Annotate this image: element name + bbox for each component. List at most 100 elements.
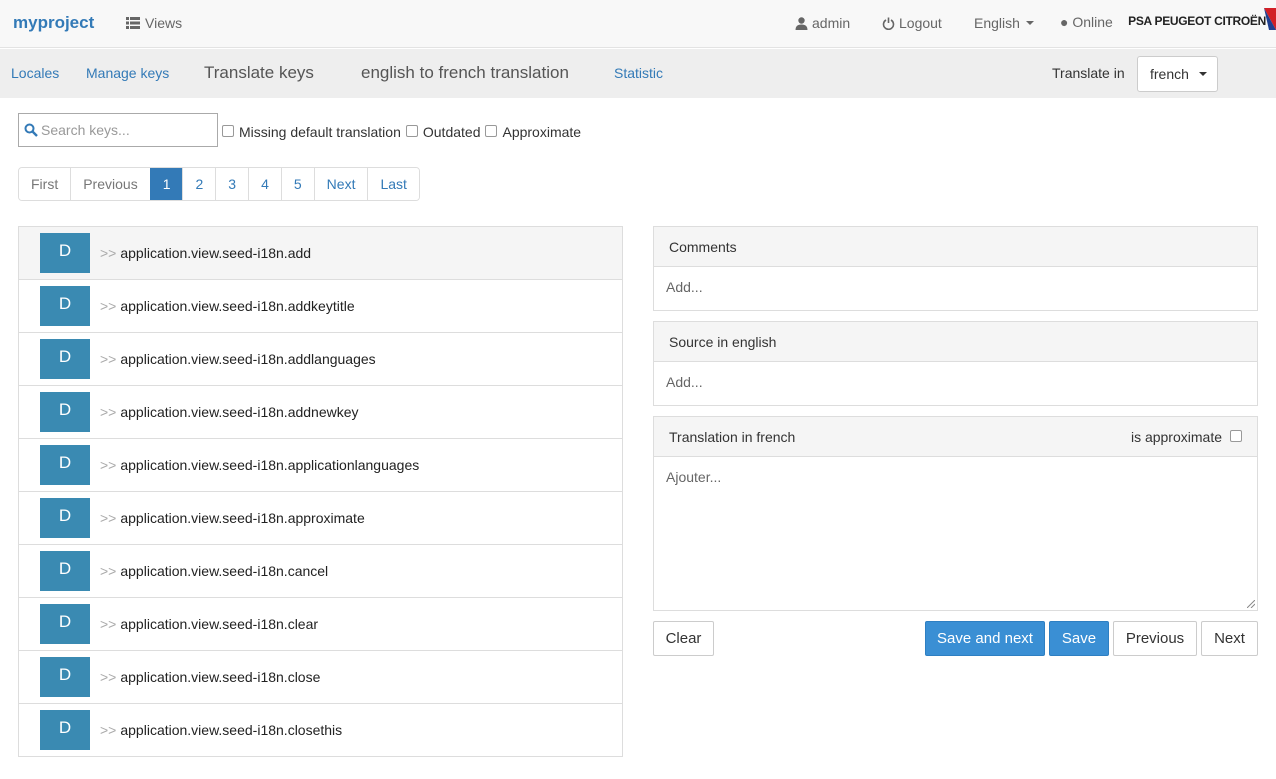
company-logo: PSA PEUGEOT CITROËN	[1128, 14, 1266, 28]
user-menu[interactable]: admin	[795, 15, 850, 31]
pagination: First Previous 1 2 3 4 5 Next Last	[18, 167, 420, 201]
logout-link[interactable]: Logout	[882, 15, 942, 31]
previous-button[interactable]: Previous	[1113, 621, 1197, 656]
page-next[interactable]: Next	[313, 168, 368, 200]
key-row[interactable]: D >> application.view.seed-i18n.approxima…	[18, 491, 623, 545]
comments-panel: Comments Add...	[653, 226, 1258, 311]
key-name: application.view.seed-i18n.add	[120, 245, 312, 261]
key-arrows: >>	[100, 722, 117, 738]
key-arrows: >>	[100, 351, 117, 367]
approximate-checkbox[interactable]	[485, 125, 498, 137]
key-name-wrap: >> application.view.seed-i18n.cancel	[100, 563, 328, 579]
is-approximate-checkbox[interactable]	[1230, 430, 1242, 442]
key-arrows: >>	[100, 404, 117, 420]
outdated-label: Outdated	[422, 124, 481, 140]
key-arrows: >>	[100, 298, 117, 314]
key-row[interactable]: D >> application.view.seed-i18n.closethis	[18, 703, 623, 757]
key-row[interactable]: D >> application.view.seed-i18n.add	[18, 226, 623, 280]
key-name-wrap: >> application.view.seed-i18n.addnewkey	[100, 404, 359, 420]
key-badge: D	[40, 445, 90, 485]
key-arrows: >>	[100, 457, 117, 473]
filter-missing-default[interactable]: Missing default translation	[222, 124, 401, 140]
language-menu[interactable]: English	[974, 15, 1034, 31]
page-number[interactable]: 4	[248, 168, 281, 200]
key-name: application.view.seed-i18n.cancel	[120, 563, 329, 579]
key-name-wrap: >> application.view.seed-i18n.approximate	[100, 510, 365, 526]
filter-outdated[interactable]: Outdated	[405, 124, 481, 140]
key-badge: D	[40, 551, 90, 591]
online-status: ● Online	[1060, 14, 1113, 30]
sub-navbar: Locales Manage keys Translate keys engli…	[0, 49, 1276, 98]
key-name: application.view.seed-i18n.closethis	[120, 722, 343, 738]
key-badge: D	[40, 286, 90, 326]
key-badge: D	[40, 657, 90, 697]
missing-default-checkbox[interactable]	[222, 125, 234, 137]
nav-translate-keys[interactable]: Translate keys	[204, 63, 314, 83]
approximate-label: Approximate	[502, 124, 582, 140]
is-approximate-toggle[interactable]: is approximate	[1131, 429, 1242, 445]
key-name-wrap: >> application.view.seed-i18n.clear	[100, 616, 318, 632]
views-menu[interactable]: Views	[126, 15, 182, 31]
key-row[interactable]: D >> application.view.seed-i18n.close	[18, 650, 623, 704]
key-name: application.view.seed-i18n.applicationla…	[120, 457, 420, 473]
translation-placeholder: Ajouter...	[666, 469, 722, 485]
brand-link[interactable]: myproject	[13, 13, 94, 33]
chevron-down-icon	[1025, 21, 1034, 25]
key-name-wrap: >> application.view.seed-i18n.closethis	[100, 722, 342, 738]
resize-handle-icon[interactable]	[1247, 600, 1255, 608]
save-button[interactable]: Save	[1049, 621, 1109, 656]
nav-statistic[interactable]: Statistic	[614, 65, 663, 81]
online-label: ● Online	[1060, 14, 1113, 30]
user-label: admin	[812, 15, 851, 31]
key-arrows: >>	[100, 510, 117, 526]
search-icon	[24, 123, 38, 137]
outdated-checkbox[interactable]	[405, 125, 418, 137]
top-navbar: myproject Views admin Logout English ● O…	[0, 0, 1276, 48]
key-badge: D	[40, 392, 90, 432]
key-row[interactable]: D >> application.view.seed-i18n.addlangua…	[18, 332, 623, 386]
key-row[interactable]: D >> application.view.seed-i18n.cancel	[18, 544, 623, 598]
key-arrows: >>	[100, 245, 117, 261]
page-first[interactable]: First	[19, 168, 71, 200]
language-label: English	[974, 15, 1020, 31]
key-row[interactable]: D >> application.view.seed-i18n.applicati…	[18, 438, 623, 492]
page-number[interactable]: 3	[215, 168, 249, 200]
logo-flag-icon	[1264, 8, 1276, 30]
source-panel: Source in english Add...	[653, 321, 1258, 406]
key-row[interactable]: D >> application.view.seed-i18n.clear	[18, 597, 623, 651]
key-badge: D	[40, 233, 90, 273]
key-badge: D	[40, 710, 90, 750]
page-number[interactable]: 1	[149, 168, 183, 200]
key-badge: D	[40, 604, 90, 644]
search-placeholder: Search keys...	[41, 122, 130, 138]
save-and-next-button[interactable]: Save and next	[925, 621, 1045, 656]
chevron-down-icon	[1198, 72, 1207, 76]
views-label: Views	[145, 15, 183, 31]
comments-input[interactable]: Add...	[654, 267, 1257, 307]
user-icon	[795, 16, 808, 30]
key-arrows: >>	[100, 616, 117, 632]
logout-label: Logout	[899, 15, 942, 31]
key-name-wrap: >> application.view.seed-i18n.addkeytitle	[100, 298, 355, 314]
translation-textarea[interactable]: Ajouter...	[654, 457, 1257, 610]
translate-in-label: Translate in	[1052, 65, 1125, 81]
key-arrows: >>	[100, 669, 117, 685]
source-input[interactable]: Add...	[654, 362, 1257, 402]
filter-approximate[interactable]: Approximate	[485, 124, 581, 140]
page-previous[interactable]: Previous	[70, 168, 150, 200]
page-last[interactable]: Last	[367, 168, 419, 200]
key-name: application.view.seed-i18n.close	[120, 669, 321, 685]
key-name-wrap: >> application.view.seed-i18n.close	[100, 669, 320, 685]
page-number[interactable]: 5	[280, 168, 314, 200]
nav-manage-keys[interactable]: Manage keys	[86, 65, 169, 81]
target-language-select[interactable]: french	[1137, 56, 1218, 92]
key-row[interactable]: D >> application.view.seed-i18n.addkeytit…	[18, 279, 623, 333]
page-number[interactable]: 2	[182, 168, 216, 200]
clear-button[interactable]: Clear	[653, 621, 714, 656]
next-button[interactable]: Next	[1201, 621, 1258, 656]
key-row[interactable]: D >> application.view.seed-i18n.addnewkey	[18, 385, 623, 439]
nav-locales[interactable]: Locales	[11, 65, 59, 81]
translation-title: Translation in french	[669, 429, 796, 445]
search-input[interactable]: Search keys...	[18, 113, 218, 147]
key-badge: D	[40, 339, 90, 379]
